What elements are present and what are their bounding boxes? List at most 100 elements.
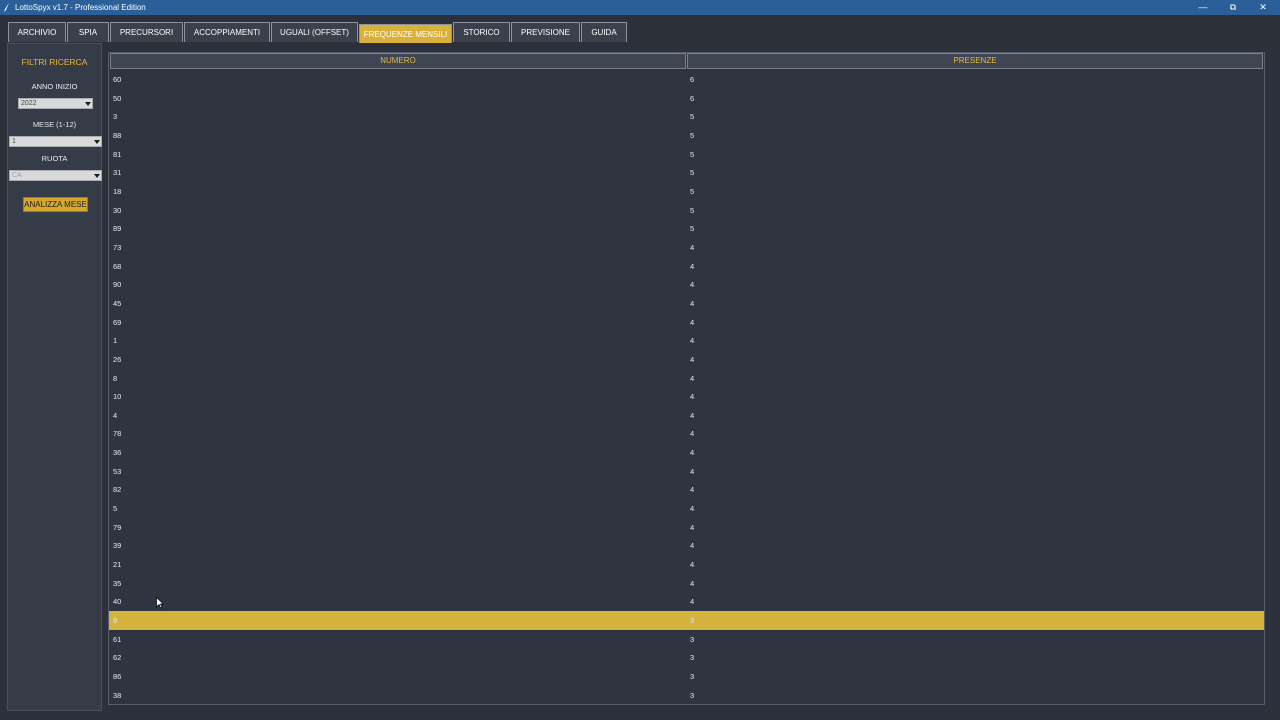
table-row[interactable]: 39 4 [109, 536, 1264, 555]
table-row[interactable]: 35 [109, 107, 1264, 126]
numero-cell: 60 [113, 75, 122, 84]
tab-spia[interactable]: SPIA [67, 22, 109, 42]
table-row[interactable]: 86 3 [109, 667, 1264, 686]
presenze-cell: 4 [690, 336, 695, 346]
presenze-cell: 5 [690, 224, 695, 234]
tab-guida[interactable]: GUIDA [581, 22, 627, 42]
table-row[interactable]: 40 4 [109, 592, 1264, 611]
minimize-button[interactable]: — [1188, 0, 1218, 15]
table-row[interactable]: 60 6 [109, 70, 1264, 89]
presenze-cell: 4 [690, 298, 695, 308]
mese-select[interactable]: 1 [9, 136, 102, 147]
numero-cell: 26 [113, 354, 122, 364]
close-button[interactable]: ✕ [1248, 0, 1278, 15]
presenze-cell: 4 [690, 466, 695, 476]
numero-cell: 88 [113, 130, 122, 140]
table-row[interactable]: 90 4 [109, 275, 1264, 294]
presenze-cell: 4 [690, 597, 695, 607]
table-row[interactable]: 31 5 [109, 163, 1264, 182]
presenze-cell: 4 [690, 242, 695, 252]
presenze-cell: 4 [690, 448, 695, 458]
ruota-select[interactable]: CA [9, 170, 102, 181]
table-row[interactable]: 79 4 [109, 518, 1264, 537]
mouse-cursor-icon [156, 597, 164, 609]
presenze-cell: 3 [690, 616, 695, 626]
table-row[interactable]: 82 4 [109, 480, 1264, 499]
chevron-down-icon [85, 102, 91, 106]
frequency-table: NUMERO PRESENZE 60 6 50 6 3 5 88 5 81 5 31 5 18 5 30 5 8… [108, 52, 1265, 705]
table-row[interactable]: 44 [109, 406, 1264, 425]
column-header-presenze[interactable]: PRESENZE [687, 53, 1263, 69]
numero-cell: 79 [113, 522, 122, 532]
presenze-cell: 5 [690, 112, 695, 122]
mese-value: 1 [12, 138, 16, 145]
table-body: 60 6 50 6 3 5 88 5 81 5 31 5 18 5 30 5 89 5 73 4 68 4 90 4 45 4 69… [109, 70, 1264, 704]
anno-inizio-label: ANNO INIZIO [31, 82, 78, 91]
analizza-mese-button[interactable]: ANALIZZA MESE [23, 197, 88, 212]
presenze-cell: 3 [690, 690, 695, 700]
table-row[interactable]: 89 5 [109, 219, 1264, 238]
table-row[interactable]: 84 [109, 369, 1264, 388]
numero-cell: 18 [113, 186, 122, 196]
presenze-cell: 4 [690, 261, 695, 271]
anno-inizio-select[interactable]: 2022 [18, 98, 93, 109]
tab-uguali-offset[interactable]: UGUALI (OFFSET) [271, 22, 358, 42]
table-row[interactable]: 53 4 [109, 462, 1264, 481]
tab-accoppiamenti[interactable]: ACCOPPIAMENTI [184, 22, 270, 42]
numero-cell: 68 [113, 261, 122, 271]
numero-cell: 61 [113, 634, 122, 644]
table-row[interactable]: 26 4 [109, 350, 1264, 369]
title-bar: LottoSpyx v1.7 - Professional Edition — … [0, 0, 1280, 15]
presenze-cell: 4 [690, 410, 695, 420]
table-row[interactable]: 78 4 [109, 424, 1264, 443]
column-header-numero[interactable]: NUMERO [110, 53, 686, 69]
table-row[interactable]: 61 3 [109, 630, 1264, 649]
table-row[interactable]: 35 4 [109, 574, 1264, 593]
tab-archivio[interactable]: ARCHIVIO [8, 22, 66, 42]
numero-cell: 5 [113, 504, 118, 514]
ruota-label: RUOTA [41, 154, 68, 163]
numero-cell: 62 [113, 653, 122, 663]
presenze-cell: 4 [690, 392, 695, 402]
table-row[interactable]: 68 4 [109, 257, 1264, 276]
table-row[interactable]: 30 5 [109, 201, 1264, 220]
table-row[interactable]: 62 3 [109, 648, 1264, 667]
table-row[interactable]: 38 3 [109, 686, 1264, 704]
numero-cell: 30 [113, 205, 122, 215]
presenze-cell: 4 [690, 485, 695, 495]
table-row[interactable]: 10 4 [109, 387, 1264, 406]
tab-previsione[interactable]: PREVISIONE [511, 22, 580, 42]
table-row[interactable]: 21 4 [109, 555, 1264, 574]
table-row[interactable]: 73 4 [109, 238, 1264, 257]
table-row[interactable]: 18 5 [109, 182, 1264, 201]
numero-cell: 31 [113, 168, 122, 178]
table-row[interactable]: 93 [109, 611, 1264, 630]
table-row[interactable]: 81 5 [109, 145, 1264, 164]
window-edge [1266, 43, 1273, 711]
table-row[interactable]: 88 5 [109, 126, 1264, 145]
presenze-cell: 6 [690, 75, 695, 84]
tab-frequenze-mensili[interactable]: FREQUENZE MENSILI [359, 24, 452, 43]
table-row[interactable]: 45 4 [109, 294, 1264, 313]
anno-inizio-value: 2022 [21, 100, 37, 107]
table-row[interactable]: 14 [109, 331, 1264, 350]
presenze-cell: 5 [690, 149, 695, 159]
presenze-cell: 3 [690, 653, 695, 663]
table-row[interactable]: 54 [109, 499, 1264, 518]
app-feather-icon [4, 3, 9, 12]
tab-precursori[interactable]: PRECURSORI [110, 22, 183, 42]
presenze-cell: 4 [690, 504, 695, 514]
filters-heading: FILTRI RICERCA [21, 57, 88, 67]
numero-cell: 73 [113, 242, 122, 252]
restore-button[interactable]: ⧉ [1218, 0, 1248, 15]
ruota-value: CA [12, 172, 22, 179]
numero-cell: 8 [113, 373, 118, 383]
presenze-cell: 4 [690, 429, 695, 439]
table-row[interactable]: 50 6 [109, 89, 1264, 108]
table-row[interactable]: 69 4 [109, 313, 1264, 332]
presenze-cell: 4 [690, 560, 695, 570]
table-row[interactable]: 36 4 [109, 443, 1264, 462]
tab-storico[interactable]: STORICO [453, 22, 510, 42]
numero-cell: 82 [113, 485, 122, 495]
numero-cell: 78 [113, 429, 122, 439]
